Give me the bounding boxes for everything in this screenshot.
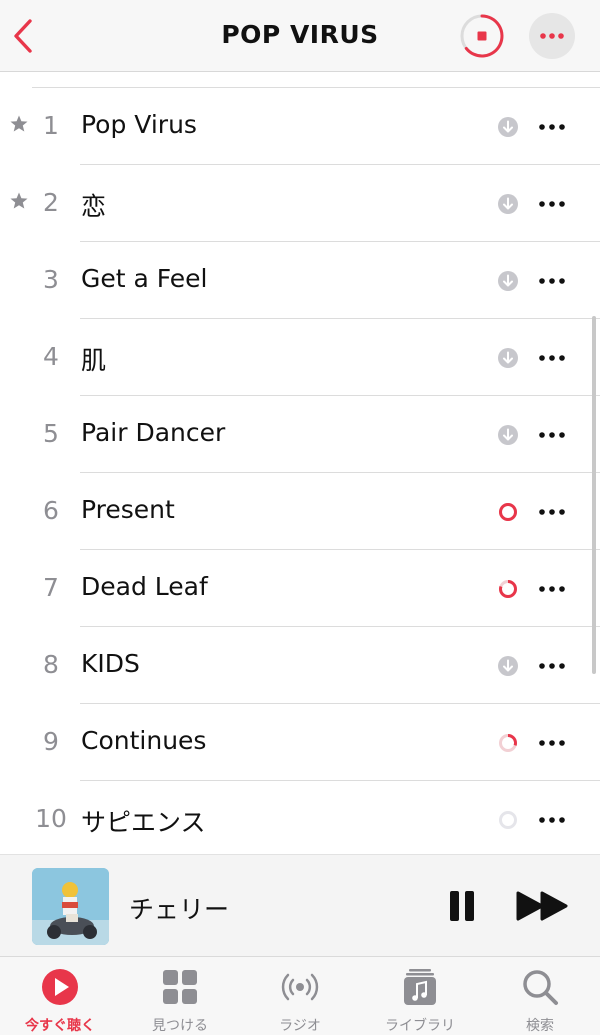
track-more-button[interactable] bbox=[534, 500, 570, 524]
track-title: Continues bbox=[81, 726, 207, 755]
download-progress-icon[interactable] bbox=[496, 577, 520, 601]
track-number: 2 bbox=[43, 188, 59, 217]
track-number: 6 bbox=[43, 496, 59, 525]
download-progress-icon[interactable] bbox=[496, 731, 520, 755]
track-number: 1 bbox=[43, 111, 59, 140]
track-more-button[interactable] bbox=[534, 192, 570, 216]
track-row[interactable]: 6 Present bbox=[0, 473, 600, 550]
track-number: 7 bbox=[43, 573, 59, 602]
track-row[interactable]: 9 Continues bbox=[0, 704, 600, 781]
track-title: Dead Leaf bbox=[81, 572, 208, 601]
pause-button[interactable] bbox=[444, 888, 480, 924]
track-more-button[interactable] bbox=[534, 808, 570, 832]
download-stop-icon bbox=[460, 14, 504, 58]
more-options-button[interactable] bbox=[529, 13, 575, 59]
track-more-button[interactable] bbox=[534, 731, 570, 755]
track-title: KIDS bbox=[81, 649, 140, 678]
track-more-button[interactable] bbox=[534, 423, 570, 447]
tab-bar: 今すぐ聴く 見つける ラジオ ライブラリ 検索 bbox=[0, 956, 600, 1035]
pause-icon bbox=[450, 891, 474, 921]
download-icon[interactable] bbox=[496, 192, 520, 216]
page-title: POP VIRUS bbox=[221, 20, 379, 49]
track-list[interactable]: 1 Pop Virus 2 恋 3 Get a Feel 4 肌 5 Pair Dancer 6 Pr… bbox=[0, 72, 600, 854]
track-row[interactable]: 1 Pop Virus bbox=[0, 88, 600, 165]
ellipsis-icon bbox=[539, 124, 565, 130]
track-number: 5 bbox=[43, 419, 59, 448]
track-number: 10 bbox=[35, 804, 67, 833]
download-icon[interactable] bbox=[496, 654, 520, 678]
download-progress-icon[interactable] bbox=[496, 808, 520, 832]
ellipsis-icon bbox=[539, 817, 565, 823]
track-row[interactable]: 4肌 bbox=[0, 319, 600, 396]
navigation-bar: POP VIRUS bbox=[0, 0, 600, 72]
fast-forward-icon bbox=[516, 891, 568, 921]
download-icon[interactable] bbox=[496, 423, 520, 447]
tab-browse[interactable]: 見つける bbox=[120, 957, 240, 1035]
tab-label: 検索 bbox=[526, 1018, 554, 1034]
download-icon[interactable] bbox=[496, 115, 520, 139]
tab-label: ラジオ bbox=[279, 1018, 321, 1034]
ellipsis-icon bbox=[539, 278, 565, 284]
track-more-button[interactable] bbox=[534, 654, 570, 678]
track-title: Pair Dancer bbox=[81, 418, 226, 447]
track-row[interactable]: 3 Get a Feel bbox=[0, 242, 600, 319]
track-more-button[interactable] bbox=[534, 115, 570, 139]
ellipsis-icon bbox=[540, 33, 564, 39]
search-icon bbox=[523, 970, 558, 1005]
play-circle-icon bbox=[42, 969, 78, 1005]
tab-search[interactable]: 検索 bbox=[480, 957, 600, 1035]
track-number: 4 bbox=[43, 342, 59, 371]
ellipsis-icon bbox=[539, 586, 565, 592]
track-title: サピエンス bbox=[81, 808, 206, 837]
tab-label: 今すぐ聴く bbox=[25, 1018, 95, 1034]
star-icon bbox=[10, 115, 28, 132]
track-number: 3 bbox=[43, 265, 59, 294]
grid-icon bbox=[163, 970, 197, 1004]
now-playing-title: チェリー bbox=[129, 895, 230, 924]
ellipsis-icon bbox=[539, 663, 565, 669]
track-more-button[interactable] bbox=[534, 346, 570, 370]
ellipsis-icon bbox=[539, 355, 565, 361]
tab-label: 見つける bbox=[152, 1018, 208, 1034]
track-number: 9 bbox=[43, 727, 59, 756]
tab-radio[interactable]: ラジオ bbox=[240, 957, 360, 1035]
ellipsis-icon bbox=[539, 432, 565, 438]
tab-library[interactable]: ライブラリ bbox=[360, 957, 480, 1035]
download-icon[interactable] bbox=[496, 346, 520, 370]
track-title: Get a Feel bbox=[81, 264, 208, 293]
scrollbar[interactable] bbox=[592, 316, 596, 674]
next-track-button[interactable] bbox=[514, 888, 572, 924]
track-row[interactable]: 8 KIDS bbox=[0, 627, 600, 704]
music-library-icon bbox=[404, 969, 436, 1005]
radio-waves-icon bbox=[281, 973, 319, 1001]
ellipsis-icon bbox=[539, 509, 565, 515]
stop-download-button[interactable] bbox=[458, 12, 506, 60]
track-row[interactable]: 2恋 bbox=[0, 165, 600, 242]
download-icon[interactable] bbox=[496, 269, 520, 293]
track-title: Present bbox=[81, 495, 175, 524]
track-row[interactable]: 10 サピエンス bbox=[0, 781, 600, 854]
track-more-button[interactable] bbox=[534, 269, 570, 293]
track-row[interactable]: 5 Pair Dancer bbox=[0, 396, 600, 473]
download-progress-icon[interactable] bbox=[496, 500, 520, 524]
ellipsis-icon bbox=[539, 740, 565, 746]
track-title: 恋 bbox=[81, 192, 107, 221]
album-artwork bbox=[32, 868, 109, 945]
track-more-button[interactable] bbox=[534, 577, 570, 601]
tab-listen-now[interactable]: 今すぐ聴く bbox=[0, 957, 120, 1035]
tab-label: ライブラリ bbox=[385, 1018, 455, 1034]
track-number: 8 bbox=[43, 650, 59, 679]
track-row[interactable]: 7 Dead Leaf bbox=[0, 550, 600, 627]
track-title: 肌 bbox=[81, 346, 107, 375]
star-icon bbox=[10, 192, 28, 209]
mini-player[interactable]: チェリー bbox=[0, 854, 600, 956]
track-title: Pop Virus bbox=[81, 110, 197, 139]
ellipsis-icon bbox=[539, 201, 565, 207]
